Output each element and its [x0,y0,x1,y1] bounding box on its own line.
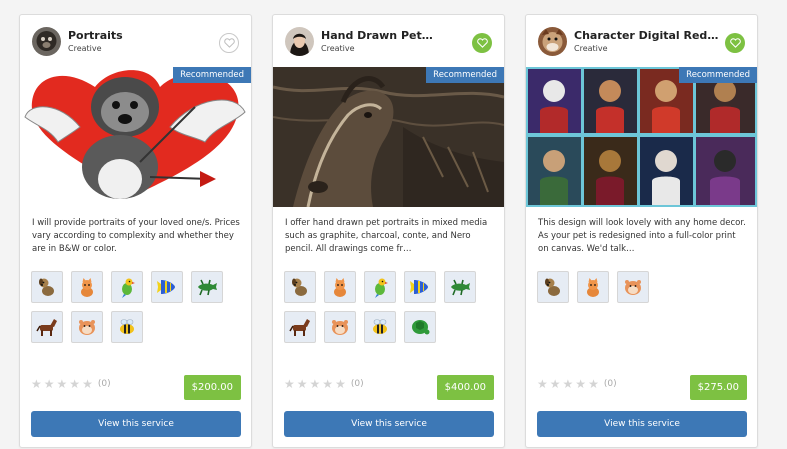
bird-icon [111,271,143,303]
dog-icon [284,271,316,303]
avatar[interactable] [32,27,61,56]
service-title[interactable]: Portraits [68,29,218,42]
service-title[interactable]: Character Digital Redu… [574,29,724,42]
service-description: I offer hand drawn pet portraits in mixe… [285,218,488,254]
service-image[interactable]: Recommended [273,67,504,207]
view-service-button[interactable]: View this service [284,411,494,437]
cat-icon [324,271,356,303]
hamster-icon [324,311,356,343]
star-icon: ★ [549,377,561,391]
service-description: I will provide portraits of your loved o… [32,218,240,254]
card-header: Character Digital Redu… Creative [538,27,745,57]
bird-icon [364,271,396,303]
bee-icon [364,311,396,343]
service-category: Creative [574,44,608,53]
price-badge: $400.00 [436,375,494,400]
heart-icon [729,38,741,48]
favorite-button[interactable] [219,33,239,53]
reptile-icon [444,271,476,303]
service-description: This design will look lovely with any ho… [538,218,746,254]
service-image[interactable]: Recommended [20,67,251,207]
heart-icon [476,38,488,48]
favorite-button[interactable] [725,33,745,53]
reptile-icon [191,271,223,303]
star-icon: ★ [69,377,81,391]
bee-icon [111,311,143,343]
service-card: Hand Drawn Pet… Creative Recommended I o… [272,14,505,448]
star-icon: ★ [43,377,55,391]
star-icon: ★ [296,377,308,391]
favorite-button[interactable] [472,33,492,53]
cat-icon [71,271,103,303]
pet-types [31,271,243,343]
rating-count: (0) [350,379,364,389]
recommended-badge: Recommended [679,67,757,83]
cat-icon [577,271,609,303]
heart-icon [223,38,235,48]
star-icon: ★ [562,377,574,391]
pet-types [284,271,496,343]
star-rating: ★ ★ ★ ★ ★ (0) [284,377,364,391]
star-icon: ★ [31,377,42,391]
star-icon: ★ [309,377,321,391]
hamster-icon [617,271,649,303]
recommended-badge: Recommended [426,67,504,83]
service-category: Creative [68,44,102,53]
star-icon: ★ [575,377,587,391]
avatar[interactable] [538,27,567,56]
star-icon: ★ [537,377,548,391]
avatar[interactable] [285,27,314,56]
price-badge: $200.00 [183,375,241,400]
service-category: Creative [321,44,355,53]
pet-types [537,271,749,303]
card-header: Hand Drawn Pet… Creative [285,27,492,57]
service-grid: Portraits Creative Recommended I will pr… [0,0,787,449]
star-icon: ★ [588,377,599,391]
rating-count: (0) [97,379,111,389]
horse-icon [284,311,316,343]
rating-count: (0) [603,379,617,389]
star-icon: ★ [322,377,334,391]
view-service-button[interactable]: View this service [31,411,241,437]
service-image[interactable]: Recommended [526,67,757,207]
dog-icon [537,271,569,303]
turtle-icon [404,311,436,343]
recommended-badge: Recommended [173,67,251,83]
star-rating: ★ ★ ★ ★ ★ (0) [31,377,111,391]
fish-icon [404,271,436,303]
service-card: Portraits Creative Recommended I will pr… [19,14,252,448]
service-title[interactable]: Hand Drawn Pet… [321,29,471,42]
service-card: Character Digital Redu… Creative Recomme… [525,14,758,448]
star-icon: ★ [335,377,346,391]
horse-icon [31,311,63,343]
star-icon: ★ [82,377,93,391]
hamster-icon [71,311,103,343]
star-rating: ★ ★ ★ ★ ★ (0) [537,377,617,391]
star-icon: ★ [56,377,68,391]
fish-icon [151,271,183,303]
star-icon: ★ [284,377,295,391]
price-badge: $275.00 [689,375,747,400]
dog-icon [31,271,63,303]
view-service-button[interactable]: View this service [537,411,747,437]
card-header: Portraits Creative [32,27,239,57]
